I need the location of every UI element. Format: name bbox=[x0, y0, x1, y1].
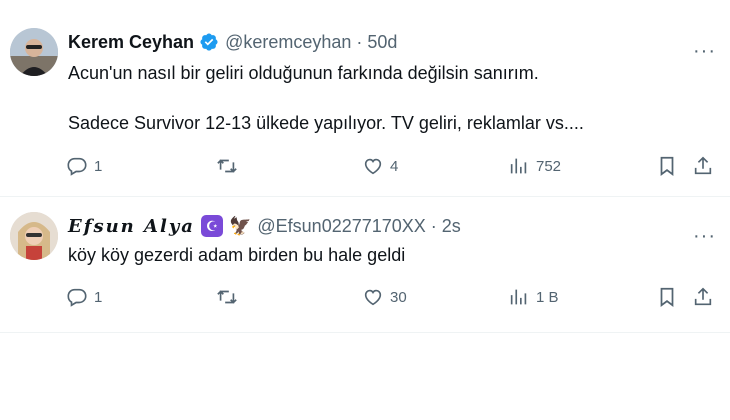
separator-dot: · bbox=[430, 215, 437, 236]
author-handle[interactable]: @Efsun02277170XX bbox=[257, 216, 425, 237]
share-icon bbox=[694, 287, 712, 306]
analytics-icon bbox=[510, 289, 527, 305]
crescent-star-emoji: ☪ bbox=[200, 215, 223, 237]
avatar[interactable] bbox=[10, 212, 58, 260]
author-handle[interactable]: @keremceyhan bbox=[225, 32, 351, 53]
action-bar: 1 4 752 bbox=[66, 153, 726, 179]
author-name[interactable]: Efsun Alya bbox=[68, 216, 195, 237]
reply-button[interactable]: 1 bbox=[66, 284, 102, 310]
tweet-text-line: Sadece Survivor 12-13 ülkede yapılıyor. … bbox=[68, 113, 584, 133]
retweet-button[interactable] bbox=[216, 153, 238, 179]
views-button[interactable]: 1 B bbox=[508, 284, 559, 310]
verified-badge-icon bbox=[199, 32, 219, 52]
bookmark-button[interactable] bbox=[656, 153, 678, 179]
retweet-icon bbox=[217, 159, 237, 173]
retweet-button[interactable] bbox=[216, 284, 238, 310]
bookmark-button[interactable] bbox=[656, 284, 678, 310]
heart-icon bbox=[364, 158, 382, 175]
tweet-text-line: köy köy gezerdi adam birden bu hale geld… bbox=[68, 245, 406, 265]
reply-icon bbox=[67, 288, 87, 307]
like-button[interactable]: 4 bbox=[362, 153, 398, 179]
timestamp[interactable]: 2s bbox=[442, 216, 461, 237]
like-count: 30 bbox=[390, 288, 407, 306]
reply-count: 1 bbox=[94, 288, 103, 306]
more-options-icon[interactable]: ··· bbox=[693, 40, 716, 63]
like-button[interactable]: 30 bbox=[362, 284, 407, 310]
reply-button[interactable]: 1 bbox=[66, 153, 102, 179]
reply-count: 1 bbox=[94, 157, 103, 175]
bookmark-icon bbox=[660, 287, 674, 307]
separator-dot: · bbox=[356, 31, 363, 52]
retweet-icon bbox=[217, 290, 237, 304]
author-name[interactable]: Kerem Ceyhan bbox=[68, 32, 194, 53]
share-button[interactable] bbox=[692, 153, 714, 179]
tweet-card[interactable]: Efsun Alya ☪ 🦅 @Efsun02277170XX · 2s ···… bbox=[0, 197, 730, 333]
eagle-emoji: 🦅 bbox=[228, 216, 252, 236]
views-count: 752 bbox=[536, 157, 562, 175]
like-count: 4 bbox=[390, 157, 399, 175]
timestamp[interactable]: 50d bbox=[367, 32, 397, 53]
bookmark-icon bbox=[660, 156, 674, 176]
action-bar: 1 30 1 B bbox=[66, 284, 726, 310]
heart-icon bbox=[364, 289, 382, 306]
analytics-icon bbox=[510, 158, 527, 174]
share-icon bbox=[694, 156, 712, 175]
avatar[interactable] bbox=[10, 28, 58, 76]
reply-icon bbox=[67, 157, 87, 176]
views-count: 1 B bbox=[536, 288, 559, 306]
tweet-card[interactable]: Kerem Ceyhan @keremceyhan · 50d ··· Acun… bbox=[0, 0, 730, 197]
views-button[interactable]: 752 bbox=[508, 153, 561, 179]
tweet-text-line: Acun'un nasıl bir geliri olduğunun farkı… bbox=[68, 63, 539, 83]
share-button[interactable] bbox=[692, 284, 714, 310]
more-options-icon[interactable]: ··· bbox=[693, 225, 716, 248]
